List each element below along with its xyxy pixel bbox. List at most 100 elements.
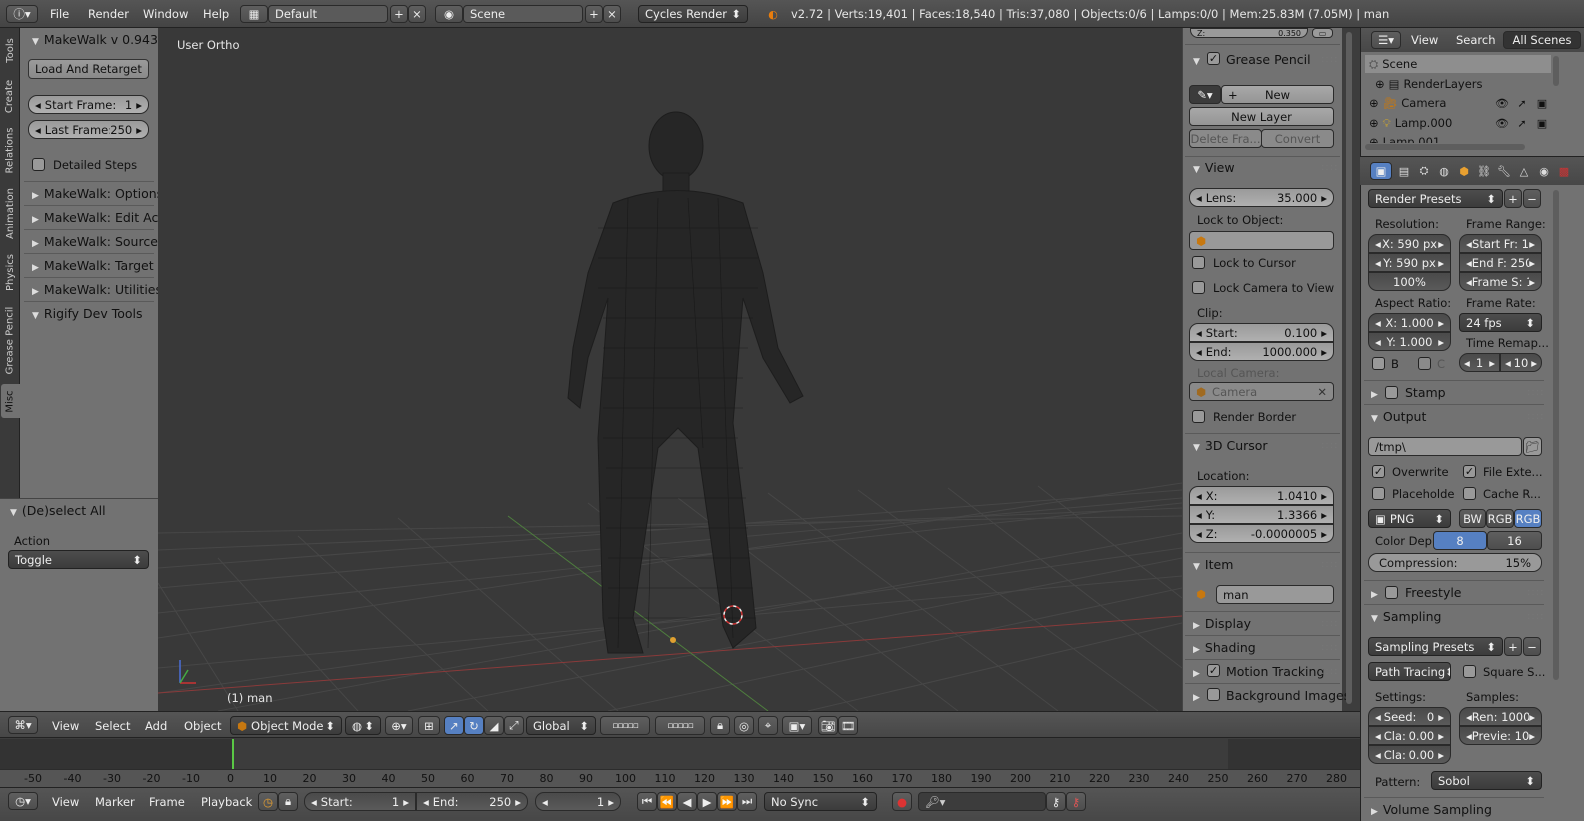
menu-render[interactable]: Render bbox=[88, 7, 129, 21]
timeline-editor-type-icon[interactable]: ◷▾ bbox=[8, 792, 38, 810]
clip-start-field[interactable]: ◂ Start: 0.100 ▸ bbox=[1189, 323, 1334, 342]
tab-animation[interactable]: Animation bbox=[2, 184, 18, 242]
makewalk-target-panel[interactable]: ▶ MakeWalk: Target ar bbox=[32, 258, 170, 273]
makewalk-source-panel[interactable]: ▶ MakeWalk: Source a bbox=[32, 234, 170, 249]
render-opengl-icon[interactable]: 📷︎ bbox=[818, 716, 838, 735]
last-frame-field[interactable]: ◂ Last Frame: 250 ▸ bbox=[28, 120, 149, 139]
layout-icon[interactable]: ▦ bbox=[240, 5, 268, 23]
lamp-visibility-eye-icon[interactable]: 👁︎ bbox=[1495, 116, 1509, 130]
outliner-vscrollbar[interactable] bbox=[1553, 56, 1559, 86]
color-bw-button[interactable]: BW bbox=[1459, 509, 1486, 528]
lock-layers-icon[interactable]: 🔒︎ bbox=[710, 716, 730, 735]
gp-convert-button[interactable]: Convert bbox=[1261, 129, 1334, 148]
tab-physics[interactable]: Physics bbox=[2, 248, 18, 296]
freestyle-panel-header[interactable]: ▶ bbox=[1371, 585, 1383, 600]
tab-scene-icon[interactable]: ⛭ bbox=[1416, 163, 1432, 179]
clamp-direct-field[interactable]: ◂ Cla: 0.00 ▸ bbox=[1368, 726, 1451, 745]
outliner-hscrollbar[interactable] bbox=[1365, 144, 1525, 150]
output-path-field[interactable]: /tmp\ bbox=[1368, 437, 1522, 456]
menu-file[interactable]: File bbox=[50, 7, 69, 21]
freestyle-checkbox[interactable] bbox=[1385, 586, 1398, 599]
lock-object-field[interactable]: ⬢ bbox=[1189, 231, 1334, 250]
current-frame-field[interactable]: ◂ 1 ▸ bbox=[535, 792, 621, 811]
viewport-3d[interactable]: User Ortho (1) man bbox=[158, 28, 1182, 711]
gp-delete-frame-button[interactable]: Delete Fra... bbox=[1189, 129, 1262, 148]
file-format-dropdown[interactable]: ▣ PNG ⬍ bbox=[1368, 509, 1451, 528]
snap-element-icon[interactable]: ▣▾ bbox=[782, 716, 812, 735]
play-reverse-icon[interactable]: ◀ bbox=[677, 792, 697, 811]
record-icon[interactable]: ● bbox=[892, 792, 912, 811]
properties-scrollbar[interactable] bbox=[1553, 190, 1559, 680]
tl-menu-playback[interactable]: Playback bbox=[201, 795, 252, 809]
cursor-x-field[interactable]: ◂ X: 1.0410 ▸ bbox=[1189, 486, 1334, 505]
tab-data-icon[interactable]: △ bbox=[1516, 163, 1532, 179]
viewport-shading-dropdown[interactable]: ◍ ⬍ bbox=[345, 716, 381, 735]
menu-view[interactable]: View bbox=[52, 719, 79, 733]
frame-step-field[interactable]: ◂ Frame S: 1 ▸ bbox=[1459, 272, 1542, 291]
item-panel-header[interactable]: ▼ Item bbox=[1193, 557, 1233, 572]
outliner-menu-search[interactable]: Search bbox=[1456, 33, 1496, 47]
menu-help[interactable]: Help bbox=[203, 7, 229, 21]
lock-camera-checkbox[interactable] bbox=[1192, 281, 1205, 294]
cursor-y-field[interactable]: ◂ Y: 1.3366 ▸ bbox=[1189, 505, 1334, 524]
npanel-scrollbar[interactable] bbox=[1346, 32, 1352, 704]
square-samples-checkbox[interactable] bbox=[1463, 665, 1476, 678]
layout-remove-button[interactable]: × bbox=[408, 5, 426, 23]
cache-result-checkbox[interactable] bbox=[1463, 487, 1476, 500]
jump-start-icon[interactable]: ⏮ bbox=[637, 792, 657, 811]
render-anim-icon[interactable]: 🎞︎ bbox=[838, 716, 858, 735]
tab-misc[interactable]: Misc bbox=[1, 384, 20, 418]
render-presets-add[interactable]: + bbox=[1504, 189, 1522, 208]
lock-time-icon[interactable]: 🔒︎ bbox=[278, 792, 298, 811]
timeline[interactable]: -50 -40 -30 -20 -10 0 10 20 30 40 50 60 70 80 90 100 110… bbox=[0, 739, 1360, 787]
item-name-field[interactable]: man bbox=[1216, 585, 1334, 604]
operator-title[interactable]: ▼ (De)select All bbox=[10, 503, 106, 518]
end-frame-prop-field[interactable]: ◂ End F: 250 ▸ bbox=[1459, 253, 1542, 272]
remap-old-field[interactable]: ◂ 1 ▸ bbox=[1459, 353, 1500, 372]
depth-16-button[interactable]: 16 bbox=[1487, 531, 1542, 550]
render-presets-dropdown[interactable]: Render Presets ⬍ bbox=[1368, 189, 1503, 208]
integrator-dropdown[interactable]: Path Tracing⬍ bbox=[1368, 662, 1451, 681]
lock-dim-button[interactable]: ▭ bbox=[1312, 28, 1333, 38]
z-dim-field[interactable]: Z: 0.350 bbox=[1190, 28, 1308, 38]
detailed-steps-checkbox[interactable] bbox=[32, 158, 45, 171]
aspect-y-field[interactable]: ◂ Y: 1.000 ▸ bbox=[1368, 332, 1451, 351]
makewalk-edit-panel[interactable]: ▶ MakeWalk: Edit Acti bbox=[32, 210, 167, 225]
delete-keyframe-icon[interactable]: ⚷ bbox=[1066, 792, 1086, 811]
tab-material-icon[interactable]: ◉ bbox=[1536, 163, 1552, 179]
makewalk-utilities-panel[interactable]: ▶ MakeWalk: Utilities bbox=[32, 282, 162, 297]
snap-toggle-icon[interactable]: ⌖ bbox=[758, 716, 778, 735]
jump-end-icon[interactable]: ⏭ bbox=[737, 792, 757, 811]
start-frame-prop-field[interactable]: ◂ Start Fr: 1 ▸ bbox=[1459, 234, 1542, 253]
lock-to-cursor-checkbox[interactable] bbox=[1192, 256, 1205, 269]
rotate-icon[interactable]: ↻ bbox=[464, 716, 484, 735]
lamp-render-icon[interactable]: ▣ bbox=[1535, 116, 1549, 130]
tl-menu-frame[interactable]: Frame bbox=[149, 795, 185, 809]
sampling-presets-remove[interactable]: − bbox=[1523, 637, 1541, 656]
sampling-presets-add[interactable]: + bbox=[1504, 637, 1522, 656]
makewalk-options-panel[interactable]: ▶ MakeWalk: Options bbox=[32, 186, 163, 201]
rigify-dev-tools-panel[interactable]: ▼ Rigify Dev Tools bbox=[32, 306, 143, 321]
tab-tools[interactable]: Tools bbox=[2, 32, 18, 68]
sampling-presets-dropdown[interactable]: Sampling Presets ⬍ bbox=[1368, 637, 1503, 656]
compression-slider[interactable]: Compression: 15% bbox=[1368, 553, 1542, 572]
background-images-checkbox[interactable] bbox=[1207, 688, 1220, 701]
motion-tracking-panel-header[interactable]: ▶ bbox=[1193, 664, 1205, 679]
aspect-x-field[interactable]: ◂ X: 1.000 ▸ bbox=[1368, 313, 1451, 332]
manipulator-toggle-icon[interactable]: ⊞ bbox=[418, 716, 440, 735]
outliner-editor-type-icon[interactable]: ☰▾ bbox=[1371, 31, 1401, 49]
load-retarget-button[interactable]: Load And Retarget bbox=[28, 59, 149, 79]
camera-render-icon[interactable]: ▣ bbox=[1535, 96, 1549, 110]
preview-range-icon[interactable]: ◷ bbox=[258, 792, 278, 811]
color-rgba-button[interactable]: RGB bbox=[1514, 509, 1542, 528]
tab-world-icon[interactable]: ◍ bbox=[1436, 163, 1452, 179]
stamp-checkbox[interactable] bbox=[1385, 386, 1398, 399]
pivot-icon[interactable]: ⊕▾ bbox=[385, 716, 413, 735]
res-x-field[interactable]: ◂ X: 590 px ▸ bbox=[1368, 234, 1451, 253]
view3d-editor-type-icon[interactable]: ⌘▾ bbox=[8, 716, 38, 734]
tab-object-icon[interactable]: ⬢ bbox=[1456, 163, 1472, 179]
motion-tracking-checkbox[interactable]: ✓ bbox=[1207, 664, 1220, 677]
scene-add-button[interactable]: + bbox=[585, 5, 603, 23]
action-dropdown[interactable]: Toggle ⬍ bbox=[8, 550, 149, 569]
volume-sampling-panel-header[interactable]: ▶ Volume Sampling bbox=[1371, 802, 1492, 817]
